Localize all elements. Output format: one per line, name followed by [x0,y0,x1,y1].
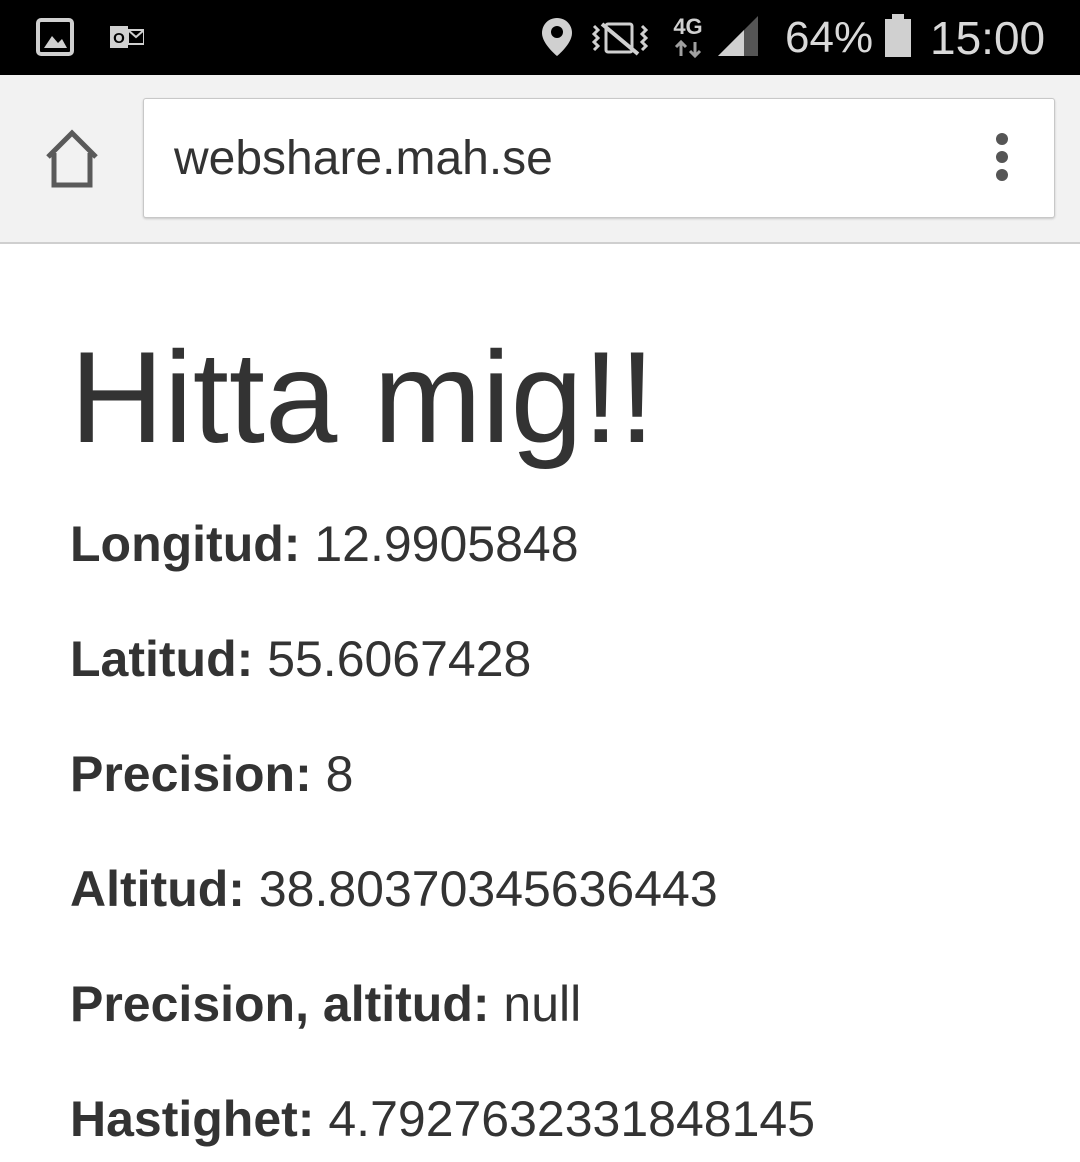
field-value: 55.6067428 [267,631,532,687]
location-icon [540,16,574,58]
field-value: 12.9905848 [314,516,579,572]
field-value: 4.7927632331848145 [328,1091,815,1147]
field-latitud: Latitud: 55.6067428 [70,629,531,689]
battery-icon [884,14,912,58]
field-hastighet: Hastighet: 4.7927632331848145 [70,1089,815,1149]
vibrate-icon [590,20,650,56]
network-4g-label: 4G [673,14,702,39]
status-bar: O 4G 64% 15:00 [0,0,1080,75]
field-longitud: Longitud: 12.9905848 [70,514,579,574]
signal-icon [716,14,760,58]
field-value: null [503,976,582,1032]
field-label: Precision, altitud: [70,976,490,1032]
field-value: 38.80370345636443 [258,861,718,917]
field-label: Altitud: [70,861,245,917]
page-title: Hitta mig!! [70,324,656,470]
field-precision-altitud: Precision, altitud: null [70,974,581,1034]
field-label: Latitud: [70,631,254,687]
field-altitud: Altitud: 38.80370345636443 [70,859,718,919]
svg-text:O: O [113,30,125,47]
gallery-icon [36,18,74,56]
field-value: 8 [325,746,354,802]
field-label: Precision: [70,746,312,802]
field-precision: Precision: 8 [70,744,353,804]
url-text[interactable]: webshare.mah.se [174,129,553,189]
outlook-icon: O [110,22,144,52]
field-label: Longitud: [70,516,301,572]
network-4g-icon: 4G [670,14,706,60]
clock: 15:00 [930,12,1046,64]
address-bar[interactable]: webshare.mah.se [143,98,1055,218]
battery-percent: 64% [785,13,874,62]
more-options-button[interactable] [978,129,1026,189]
more-vert-icon [978,133,1026,193]
browser-toolbar: webshare.mah.se [0,75,1080,244]
home-button[interactable] [38,125,106,193]
home-icon [38,129,106,197]
field-label: Hastighet: [70,1091,315,1147]
